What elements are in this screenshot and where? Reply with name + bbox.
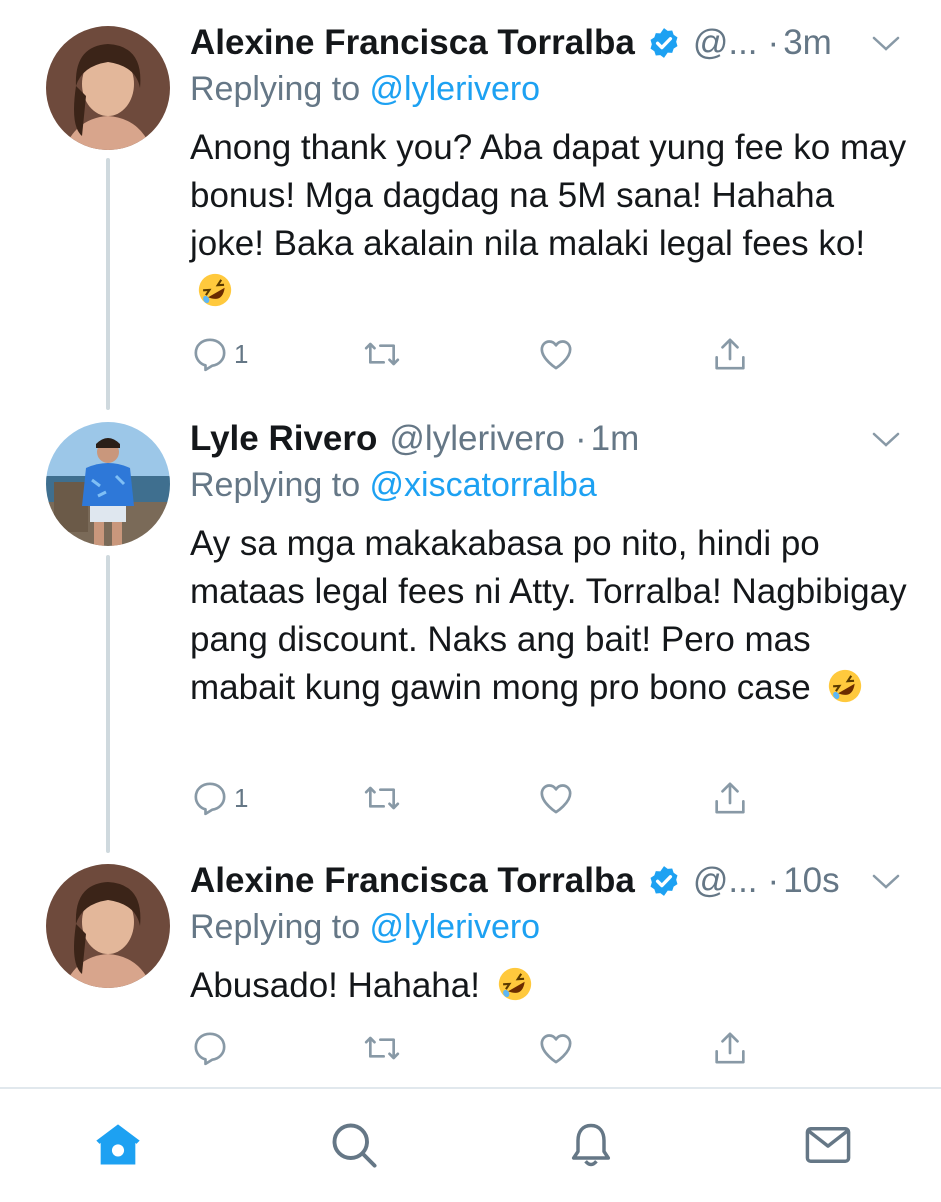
- tab-notifications[interactable]: [565, 1119, 617, 1171]
- tweet-text-content: Ay sa mga makakabasa po nito, hindi po m…: [190, 524, 907, 707]
- verified-badge-icon: [650, 866, 678, 896]
- tab-messages[interactable]: [802, 1119, 854, 1171]
- search-icon: [332, 1123, 377, 1168]
- like-button[interactable]: [536, 1026, 576, 1070]
- author-handle[interactable]: @...: [693, 861, 758, 901]
- reply-mention[interactable]: @xiscatorralba: [370, 466, 597, 504]
- heart-icon: [540, 340, 572, 370]
- tweet-header: Lyle Rivero @lylerivero · 1m: [190, 414, 941, 464]
- tweet[interactable]: Alexine Francisca Torralba @... · 3m Rep…: [0, 0, 941, 400]
- avatar[interactable]: [46, 26, 170, 150]
- avatar[interactable]: [46, 422, 170, 546]
- reply-button[interactable]: 1: [190, 332, 248, 376]
- reply-count: 1: [234, 782, 249, 813]
- tweet-actions: 1: [190, 776, 790, 820]
- tweet[interactable]: Alexine Francisca Torralba @... · 10s Re…: [0, 840, 941, 1087]
- retweet-icon: [364, 1036, 400, 1060]
- tweet-text: Ay sa mga makakabasa po nito, hindi po m…: [190, 520, 910, 712]
- share-button[interactable]: [710, 332, 750, 376]
- tweet-header: Alexine Francisca Torralba @... · 10s: [190, 856, 941, 906]
- messages-icon: [805, 1127, 851, 1163]
- like-button[interactable]: [536, 332, 576, 376]
- replying-to: Replying to @xiscatorralba: [190, 466, 597, 505]
- author-name[interactable]: Lyle Rivero: [190, 419, 377, 459]
- author-handle[interactable]: @...: [693, 23, 758, 63]
- heart-icon: [540, 1034, 572, 1064]
- tab-search[interactable]: [328, 1119, 380, 1171]
- reply-count: 1: [234, 338, 249, 369]
- author-name[interactable]: Alexine Francisca Torralba: [190, 23, 635, 63]
- tweet-actions: [190, 1026, 790, 1070]
- author-name[interactable]: Alexine Francisca Torralba: [190, 861, 635, 901]
- replying-to-label: Replying to: [190, 466, 370, 504]
- timestamp[interactable]: 3m: [783, 23, 832, 63]
- tab-home[interactable]: [92, 1119, 144, 1171]
- share-button[interactable]: [710, 776, 750, 820]
- share-icon: [715, 1032, 745, 1064]
- notifications-icon: [571, 1123, 611, 1167]
- rolling-on-floor-laughing-emoji: [198, 273, 232, 307]
- tweet[interactable]: Lyle Rivero @lylerivero · 1m Replying to…: [0, 400, 941, 840]
- share-icon: [715, 782, 745, 814]
- chevron-down-icon[interactable]: [871, 34, 901, 54]
- share-icon: [715, 338, 745, 370]
- like-button[interactable]: [536, 776, 576, 820]
- separator-dot: ·: [574, 419, 587, 458]
- timestamp[interactable]: 1m: [591, 419, 640, 459]
- tweet-text-content: Abusado! Hahaha!: [190, 966, 480, 1005]
- replying-to-label: Replying to: [190, 70, 370, 108]
- reply-button[interactable]: [190, 1026, 234, 1070]
- separator-dot: ·: [767, 861, 780, 900]
- bottom-tab-bar: [0, 1087, 941, 1202]
- retweet-icon: [364, 786, 400, 810]
- tweet-header: Alexine Francisca Torralba @... · 3m: [190, 18, 941, 68]
- tweet-actions: 1: [190, 332, 790, 376]
- tweet-text-content: Anong thank you? Aba dapat yung fee ko m…: [190, 128, 907, 263]
- avatar[interactable]: [46, 864, 170, 988]
- verified-badge-icon: [650, 28, 678, 58]
- reply-mention[interactable]: @lylerivero: [370, 70, 541, 108]
- tweet-text: Anong thank you? Aba dapat yung fee ko m…: [190, 124, 910, 316]
- chevron-down-icon[interactable]: [871, 430, 901, 450]
- retweet-button[interactable]: [362, 776, 402, 820]
- reply-icon: [194, 782, 226, 816]
- share-button[interactable]: [710, 1026, 750, 1070]
- replying-to: Replying to @lylerivero: [190, 70, 540, 109]
- retweet-icon: [364, 342, 400, 366]
- rolling-on-floor-laughing-emoji: [829, 669, 862, 703]
- replying-to: Replying to @lylerivero: [190, 908, 540, 947]
- chevron-down-icon[interactable]: [871, 872, 901, 892]
- separator-dot: ·: [767, 23, 780, 62]
- replying-to-label: Replying to: [190, 908, 370, 946]
- retweet-button[interactable]: [362, 1026, 402, 1070]
- rolling-on-floor-laughing-emoji: [498, 967, 531, 1001]
- heart-icon: [540, 784, 572, 814]
- retweet-button[interactable]: [362, 332, 402, 376]
- reply-mention[interactable]: @lylerivero: [370, 908, 541, 946]
- home-icon: [96, 1124, 140, 1165]
- reply-icon: [194, 1032, 226, 1066]
- reply-icon: [194, 338, 226, 372]
- tweet-text: Abusado! Hahaha!: [190, 962, 910, 1010]
- reply-button[interactable]: 1: [190, 776, 248, 820]
- author-handle[interactable]: @lylerivero: [389, 419, 565, 459]
- timestamp[interactable]: 10s: [783, 861, 839, 901]
